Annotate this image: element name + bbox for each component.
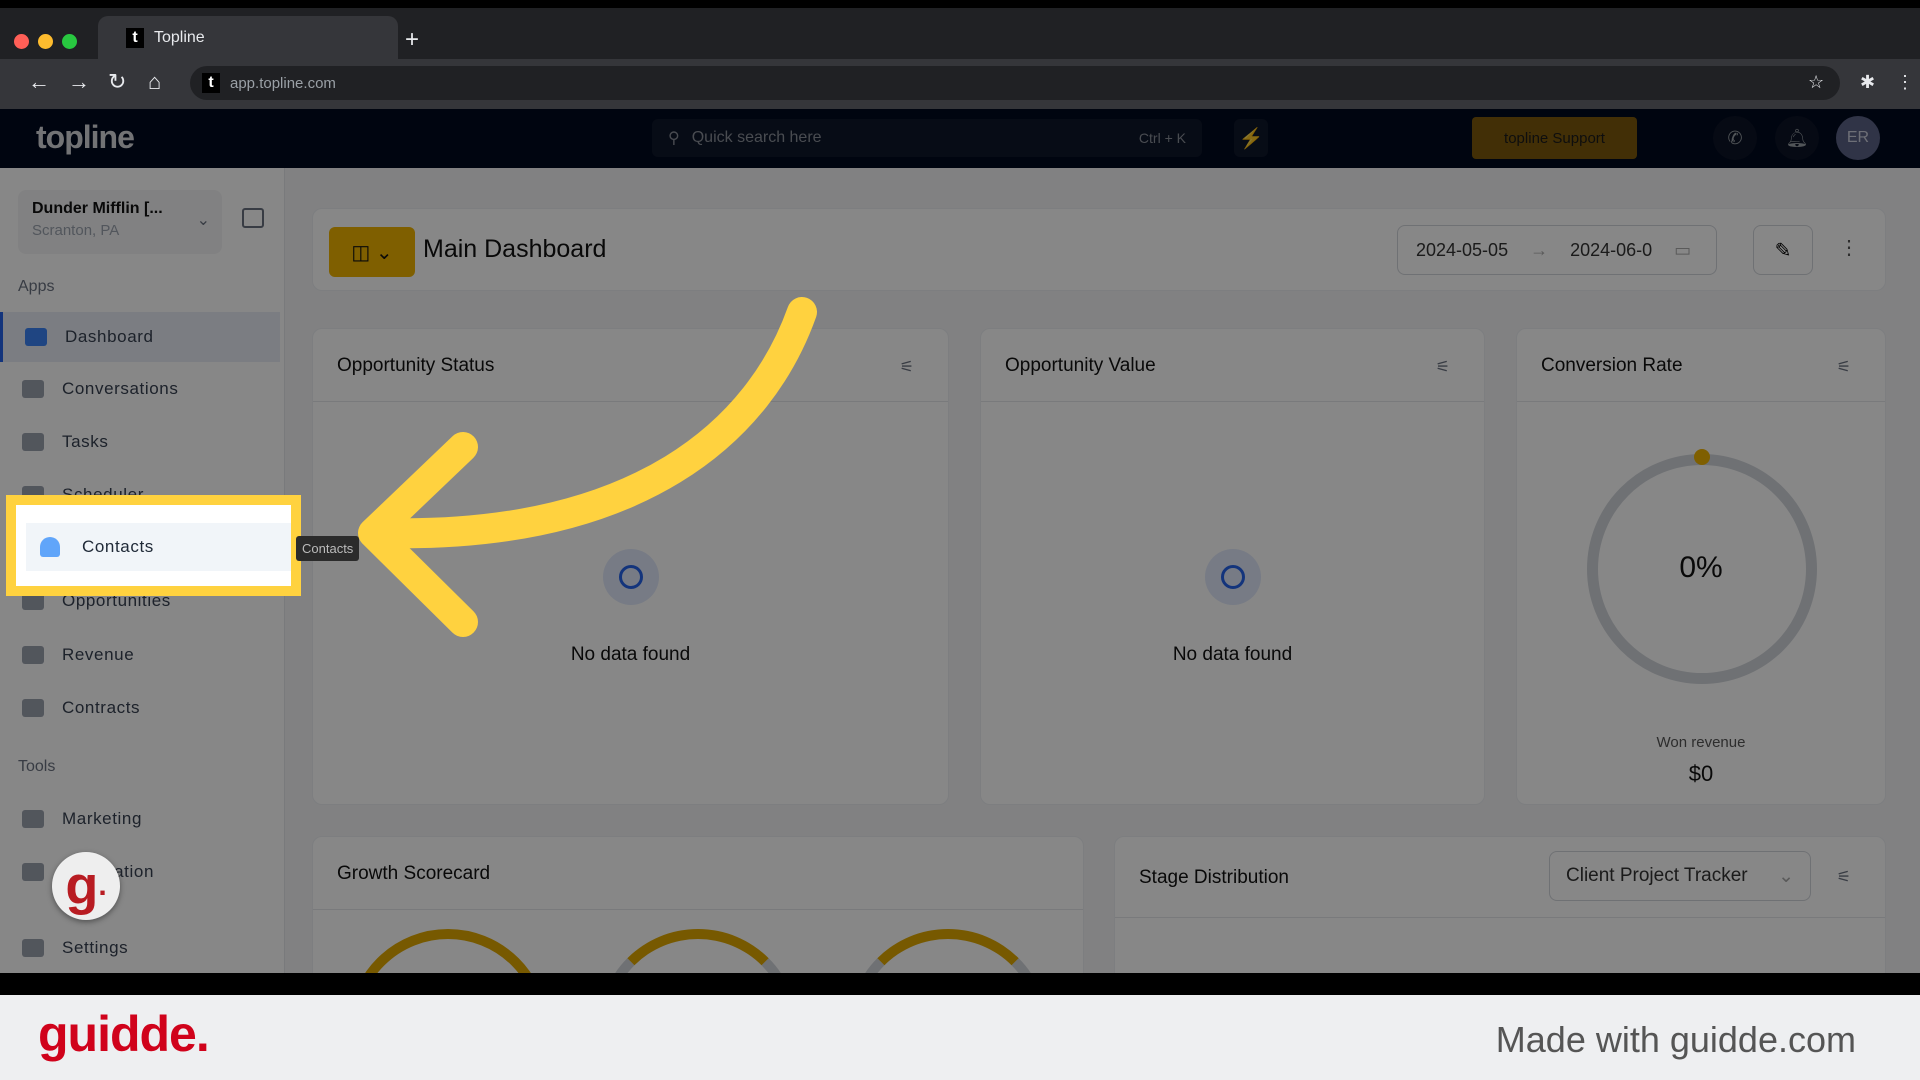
guidde-logo: guidde.	[38, 1006, 210, 1062]
guidde-footer: guidde. Made with guidde.com	[0, 995, 1920, 1080]
bottom-bar	[0, 973, 1920, 995]
arrow-curve	[365, 297, 817, 549]
made-with-text: Made with guidde.com	[1495, 1019, 1856, 1060]
arrow-annotation	[358, 297, 817, 637]
guidde-badge: g.	[52, 852, 120, 920]
